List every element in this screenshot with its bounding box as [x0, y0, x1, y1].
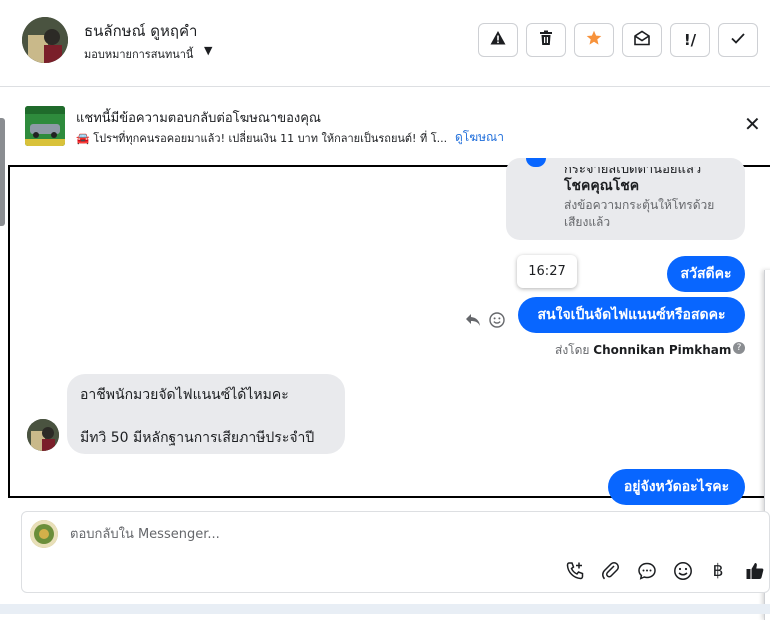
warning-icon — [490, 30, 506, 50]
baht-icon[interactable]: ฿ — [707, 560, 729, 582]
contact-avatar[interactable] — [22, 17, 68, 63]
sent-by-prefix: ส่งโดย — [555, 343, 590, 357]
outgoing-message[interactable]: สนใจเป็นจัดไฟแนนซ์หรือสดคะ — [518, 297, 745, 333]
react-icon[interactable] — [489, 312, 505, 332]
star-button[interactable] — [574, 23, 614, 57]
bottom-strip — [0, 604, 770, 614]
outgoing-message[interactable]: อยู่จังหวัดอะไรคะ — [608, 469, 745, 505]
reply-icon[interactable] — [465, 312, 481, 331]
emoji-icon[interactable] — [672, 560, 694, 582]
outgoing-message[interactable]: สวัสดีคะ — [667, 256, 745, 292]
follow-up-button[interactable]: !/ — [670, 23, 710, 57]
check-icon — [730, 30, 746, 50]
card-title: โชคคุณโชค — [564, 178, 640, 194]
spam-button[interactable] — [478, 23, 518, 57]
page-avatar — [30, 520, 58, 548]
help-icon[interactable]: ? — [733, 342, 745, 354]
left-scroll-tab[interactable] — [0, 118, 5, 226]
ad-thumbnail[interactable] — [25, 106, 65, 146]
double-exclamation-icon: !/ — [683, 31, 697, 49]
incoming-message-line: อาชีพนักมวยจัดไฟแนนซ์ได้ไหมคะ — [80, 387, 289, 403]
sent-by-label: ส่งโดย Chonnikan Pimkham — [555, 341, 731, 360]
ad-banner-description: 🚘 โปรฯที่ทุกคนรอคอยมาแล้ว! เปลี่ยนเงิน 1… — [76, 132, 448, 145]
contact-avatar-small[interactable] — [27, 419, 59, 451]
view-ad-link[interactable]: ดูโฆษณา — [455, 128, 504, 147]
message-input[interactable] — [70, 524, 670, 544]
ad-banner-title: แชทนี้มีข้อความตอบกลับต่อโฆษณาของคุณ — [76, 111, 321, 126]
saved-reply-icon[interactable] — [636, 560, 658, 582]
card-text-line: เสียงแล้ว — [564, 215, 611, 229]
star-icon — [586, 30, 602, 50]
attachment-icon[interactable] — [600, 560, 622, 582]
contact-name[interactable]: ธนลักษณ์ ดูหฤคำ — [84, 19, 197, 43]
envelope-open-icon — [634, 30, 650, 50]
done-button[interactable] — [718, 23, 758, 57]
like-icon[interactable] — [744, 560, 766, 582]
call-add-icon[interactable] — [564, 560, 586, 582]
assign-conversation-label[interactable]: มอบหมายการสนทนานี้ — [84, 45, 193, 63]
close-icon[interactable]: ✕ — [744, 114, 761, 134]
delete-button[interactable] — [526, 23, 566, 57]
timestamp-tooltip: 16:27 — [517, 255, 577, 288]
trash-icon — [539, 30, 553, 50]
incoming-message-line: มีทวิ 50 มีหลักฐานการเสียภาษีประจำปี — [80, 430, 315, 446]
caret-down-icon[interactable]: ▼ — [204, 44, 212, 57]
mark-unread-button[interactable] — [622, 23, 662, 57]
sender-name: Chonnikan Pimkham — [593, 343, 732, 357]
